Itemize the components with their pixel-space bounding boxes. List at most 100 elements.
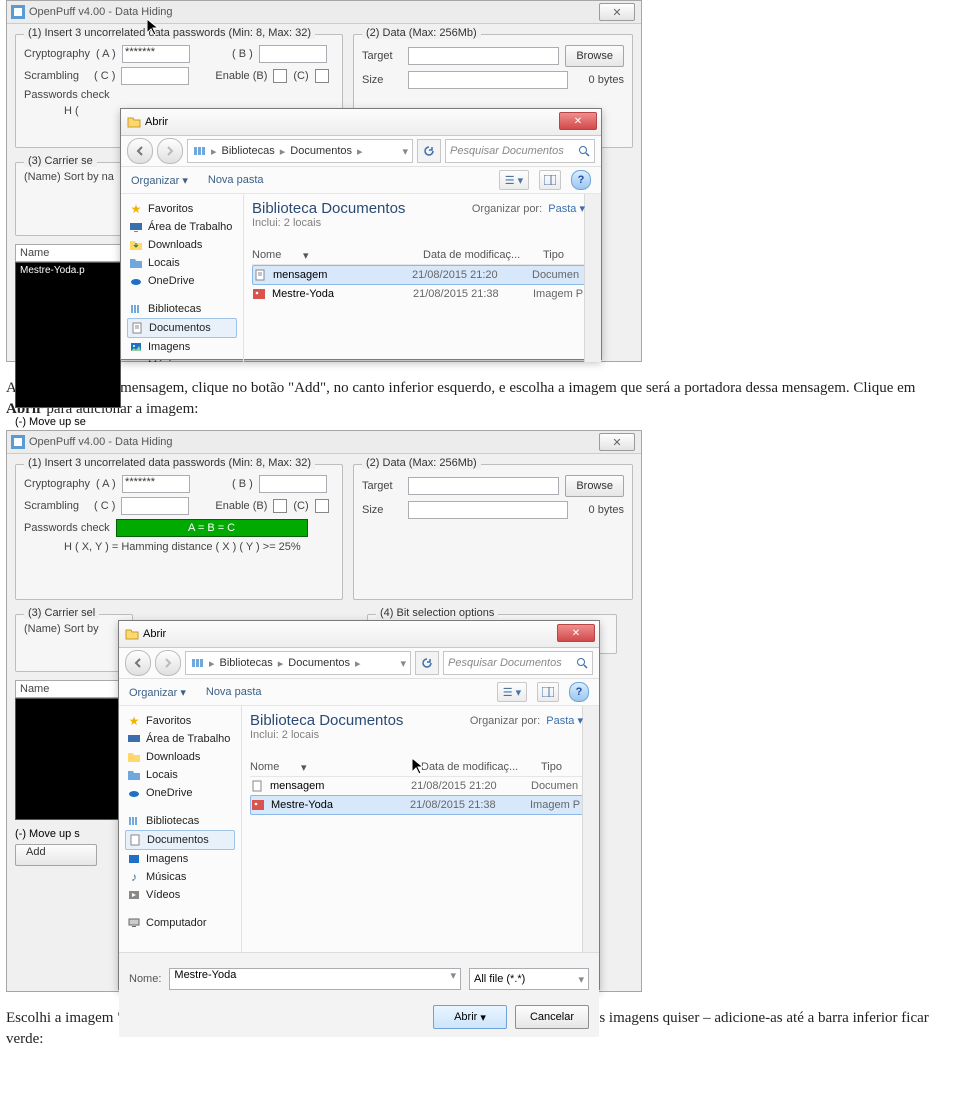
filename-input[interactable]: Mestre-Yoda▾: [169, 968, 461, 990]
dialog-titlebar: Abrir ✕: [121, 109, 601, 136]
folder-icon: [125, 627, 139, 641]
nav-onedrive[interactable]: OneDrive: [125, 784, 235, 802]
window-title: OpenPuff v4.00 - Data Hiding: [29, 6, 173, 18]
carrier-list[interactable]: [15, 698, 121, 820]
organize-button[interactable]: Organizar ▾: [129, 686, 186, 699]
doc-icon: [250, 779, 264, 793]
size-input: [408, 71, 568, 89]
window-close-button[interactable]: ✕: [599, 3, 635, 21]
search-icon: [578, 145, 590, 157]
nav-recent[interactable]: Locais: [127, 254, 237, 272]
mouse-cursor: [147, 19, 161, 37]
nav-forward-button[interactable]: [155, 650, 181, 676]
nav-documents[interactable]: Documentos: [125, 830, 235, 850]
size-input: [408, 501, 568, 519]
nav-recent[interactable]: Locais: [125, 766, 235, 784]
organize-button[interactable]: Organizar ▾: [131, 174, 188, 187]
target-input[interactable]: [408, 477, 559, 495]
nav-downloads[interactable]: Downloads: [127, 236, 237, 254]
arrange-by[interactable]: Organizar por: Pasta ▾: [472, 202, 585, 215]
nav-favorites[interactable]: ★Favoritos: [127, 200, 237, 218]
file-row[interactable]: mensagem 21/08/2015 21:20 Documen: [252, 265, 593, 285]
preview-pane-button[interactable]: [537, 682, 559, 702]
window-close-button[interactable]: ✕: [599, 433, 635, 451]
browse-button[interactable]: Browse: [565, 45, 624, 67]
nav-music[interactable]: ♪Músicas: [125, 868, 235, 886]
password-b-input[interactable]: [259, 45, 327, 63]
view-mode-button[interactable]: ☰ ▾: [499, 170, 529, 190]
breadcrumb[interactable]: ▸Bibliotecas ▸Documentos ▸ ▾: [185, 651, 411, 675]
file-open-dialog-1: Abrir ✕ ▸Bibliotecas ▸Documentos ▸ ▾ Pes…: [120, 108, 602, 360]
enable-b-checkbox[interactable]: [273, 499, 287, 513]
group-carrier: (3) Carrier se (Name) Sort by na: [15, 162, 133, 236]
carrier-item[interactable]: Mestre-Yoda.p: [16, 263, 120, 278]
file-row[interactable]: mensagem 21/08/2015 21:20 Documen: [250, 777, 591, 795]
group-passwords: (1) Insert 3 uncorrelated data passwords…: [15, 464, 343, 600]
library-subtitle: Inclui: 2 locais: [252, 217, 593, 229]
window-titlebar: OpenPuff v4.00 - Data Hiding ✕: [7, 1, 641, 24]
nav-favorites[interactable]: ★Favoritos: [125, 712, 235, 730]
dialog-footer: Nome: Mestre-Yoda▾ All file (*.*)▾: [119, 952, 599, 1005]
nav-downloads[interactable]: Downloads: [125, 748, 235, 766]
enable-b-checkbox[interactable]: [273, 69, 287, 83]
search-input[interactable]: Pesquisar Documentos: [443, 651, 593, 675]
help-button[interactable]: ?: [569, 682, 589, 702]
nav-videos[interactable]: Vídeos: [125, 886, 235, 904]
library-icon: [190, 656, 204, 670]
search-input[interactable]: Pesquisar Documentos: [445, 139, 595, 163]
file-open-dialog-2: Abrir ✕ ▸Bibliotecas ▸Documentos ▸ ▾ Pes…: [118, 620, 600, 990]
nav-desktop[interactable]: Área de Trabalho: [127, 218, 237, 236]
password-c-input[interactable]: [121, 67, 189, 85]
password-a-input[interactable]: *******: [122, 475, 190, 493]
dialog-close-button[interactable]: ✕: [559, 112, 597, 130]
open-button[interactable]: Abrir ▾: [433, 1005, 507, 1029]
dialog-title: Abrir: [145, 116, 168, 128]
nav-music[interactable]: ♪Músicas: [127, 356, 237, 362]
cancel-button[interactable]: Cancelar: [515, 1005, 589, 1029]
scrollbar[interactable]: [584, 194, 601, 362]
refresh-button[interactable]: [417, 139, 441, 163]
preview-pane-button[interactable]: [539, 170, 561, 190]
new-folder-button[interactable]: Nova pasta: [208, 174, 264, 186]
column-headers[interactable]: Nome ▾ Data de modificaç... Tipo: [252, 247, 593, 265]
target-input[interactable]: [408, 47, 559, 65]
doc-icon: [253, 268, 267, 282]
scrollbar[interactable]: [582, 706, 599, 952]
nav-desktop[interactable]: Área de Trabalho: [125, 730, 235, 748]
file-row[interactable]: Mestre-Yoda 21/08/2015 21:38 Imagem P: [252, 285, 593, 303]
password-a-input[interactable]: *******: [122, 45, 190, 63]
enable-c-checkbox[interactable]: [315, 69, 329, 83]
file-row[interactable]: Mestre-Yoda 21/08/2015 21:38 Imagem P: [250, 795, 591, 815]
new-folder-button[interactable]: Nova pasta: [206, 686, 262, 698]
enable-c-checkbox[interactable]: [315, 499, 329, 513]
dialog-close-button[interactable]: ✕: [557, 624, 595, 642]
nav-pictures[interactable]: Imagens: [125, 850, 235, 868]
file-type-select[interactable]: All file (*.*)▾: [469, 968, 589, 990]
nav-computer[interactable]: Computador: [125, 914, 235, 932]
nav-onedrive[interactable]: OneDrive: [127, 272, 237, 290]
library-icon: [192, 144, 206, 158]
nav-libraries[interactable]: Bibliotecas: [127, 300, 237, 318]
add-button[interactable]: Add: [15, 844, 97, 866]
nav-pictures[interactable]: Imagens: [127, 338, 237, 356]
help-button[interactable]: ?: [571, 170, 591, 190]
image-icon: [252, 287, 266, 301]
nav-back-button[interactable]: [127, 138, 153, 164]
arrange-by[interactable]: Organizar por: Pasta ▾: [470, 714, 583, 727]
password-b-input[interactable]: [259, 475, 327, 493]
refresh-button[interactable]: [415, 651, 439, 675]
password-c-input[interactable]: [121, 497, 189, 515]
paragraph-1: Após entrar com a mensagem, clique no bo…: [6, 378, 954, 420]
nav-back-button[interactable]: [125, 650, 151, 676]
dialog-title: Abrir: [143, 628, 166, 640]
file-list-pane: Biblioteca Documentos Inclui: 2 locais O…: [244, 194, 601, 362]
breadcrumb[interactable]: ▸Bibliotecas ▸Documentos ▸ ▾: [187, 139, 413, 163]
nav-documents[interactable]: Documentos: [127, 318, 237, 338]
nav-libraries[interactable]: Bibliotecas: [125, 812, 235, 830]
carrier-name-header[interactable]: Name: [15, 680, 121, 698]
view-mode-button[interactable]: ☰ ▾: [497, 682, 527, 702]
browse-button[interactable]: Browse: [565, 475, 624, 497]
carrier-name-header[interactable]: Name: [15, 244, 121, 262]
nav-forward-button[interactable]: [157, 138, 183, 164]
carrier-list[interactable]: Mestre-Yoda.p: [15, 262, 121, 408]
